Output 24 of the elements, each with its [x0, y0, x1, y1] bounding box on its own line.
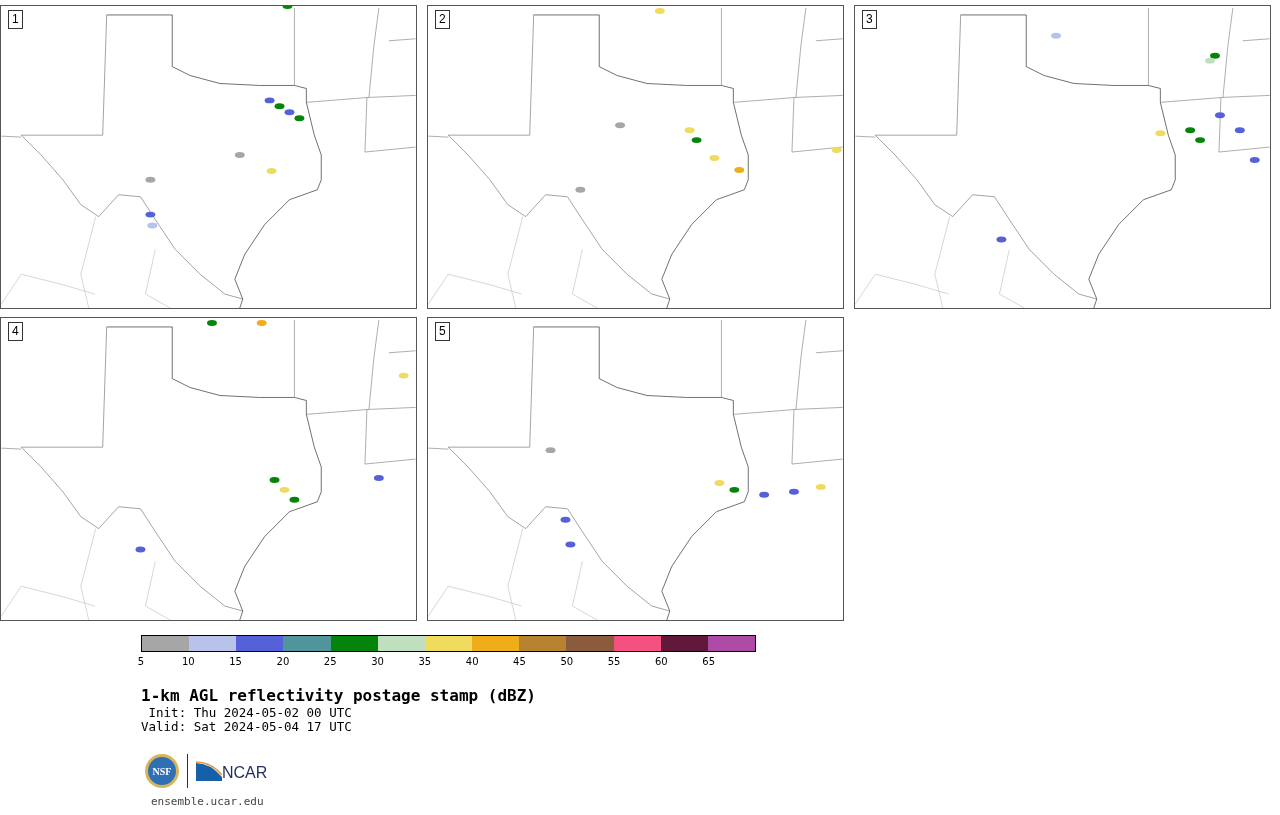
tick-label: 35 [418, 656, 432, 668]
ncar-logo: NCAR [196, 761, 268, 781]
tick-label: 25 [323, 656, 337, 668]
tick-label: 30 [371, 656, 384, 668]
init-time: Init: Thu 2024-05-02 00 UTC [147, 706, 353, 720]
tick-label: 15 [229, 656, 242, 668]
panel-number: 5 [435, 322, 450, 341]
plot-title: 1-km AGL reflectivity postage stamp (dBZ) [141, 686, 537, 706]
panel-number: 4 [8, 322, 23, 341]
panel-number: 3 [862, 10, 877, 29]
tick-label: 5 [137, 656, 145, 668]
panel-number: 1 [8, 10, 23, 29]
tick-label: 55 [607, 656, 621, 668]
website-url: ensemble.ucar.edu [151, 794, 265, 810]
tick-label: 20 [276, 656, 290, 668]
tick-label: 10 [181, 656, 195, 668]
panel-number: 2 [435, 10, 450, 29]
nsf-logo: NSF [145, 754, 179, 788]
tick-label: 40 [465, 656, 479, 668]
tick-label: 50 [560, 656, 574, 668]
valid-time: Valid: Sat 2024-05-04 17 UTC [141, 720, 353, 734]
tick-label: 60 [655, 656, 668, 668]
tick-label: 45 [513, 656, 526, 668]
tick-label: 65 [702, 656, 716, 668]
